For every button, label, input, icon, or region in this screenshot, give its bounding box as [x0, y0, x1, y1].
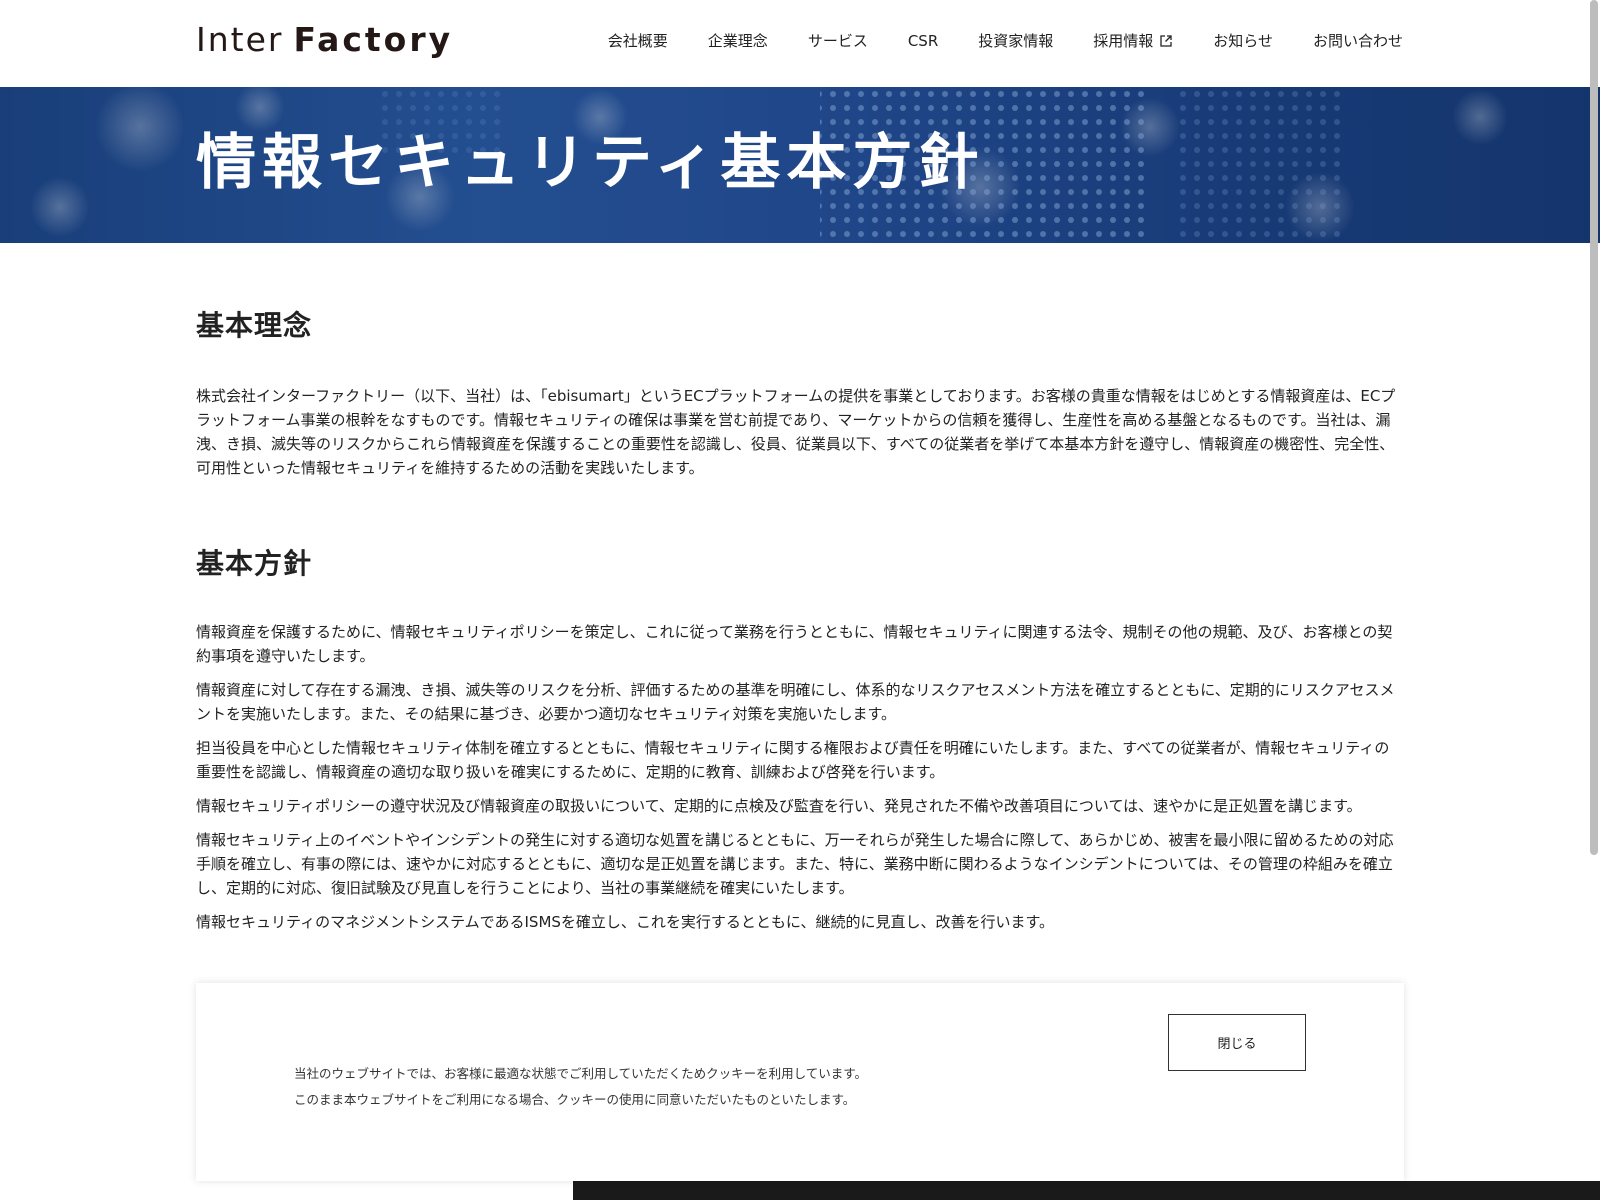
nav-label: 企業理念	[707, 32, 768, 50]
page-title: 情報セキュリティ基本方針	[196, 128, 985, 198]
cookie-message-line: このまま本ウェブサイトをご利用になる場合、クッキーの使用に同意いただいたものとい…	[294, 1092, 856, 1107]
policy-list: 情報資産を保護するために、情報セキュリティポリシーを策定し、これに従って業務を行…	[196, 620, 1396, 934]
cookie-message-line: 当社のウェブサイトでは、お客様に最適な状態でご利用していただくためクッキーを利用…	[294, 1066, 868, 1081]
nav-label: お問い合わせ	[1312, 32, 1403, 50]
nav-corporate-philosophy[interactable]: 企業理念	[708, 30, 768, 51]
policy-item: 担当役員を中心とした情報セキュリティ体制を確立するとともに、情報セキュリティに関…	[196, 739, 1390, 782]
scrollbar-thumb[interactable]	[1590, 0, 1598, 855]
section-basic-philosophy: 基本理念 株式会社インターファクトリー（以下、当社）は、「ebisumart」と…	[196, 308, 1396, 480]
philosophy-paragraph: 株式会社インターファクトリー（以下、当社）は、「ebisumart」というECプ…	[196, 387, 1396, 478]
cookie-message: 当社のウェブサイトでは、お客様に最適な状態でご利用していただくためクッキーを利用…	[294, 1061, 1054, 1113]
policy-item: 情報セキュリティ上のイベントやインシデントの発生に対する適切な処置を講じるととも…	[196, 831, 1394, 898]
nav-news[interactable]: お知らせ	[1213, 30, 1273, 51]
nav-company-overview[interactable]: 会社概要	[608, 30, 668, 51]
nav-services[interactable]: サービス	[808, 30, 868, 51]
footer-dark-strip	[573, 1181, 1600, 1200]
policy-item: 情報セキュリティポリシーの遵守状況及び情報資産の取扱いについて、定期的に点検及び…	[196, 797, 1362, 816]
logo-factory-text: Factory	[293, 20, 454, 59]
nav-investor-relations[interactable]: 投資家情報	[978, 30, 1053, 51]
nav-label: CSR	[907, 31, 939, 50]
nav-label: 採用情報	[1093, 32, 1154, 50]
cookie-consent-banner: 当社のウェブサイトでは、お客様に最適な状態でご利用していただくためクッキーを利用…	[196, 983, 1404, 1181]
policy-item: 情報セキュリティのマネジメントシステムであるISMSを確立し、これを実行するとと…	[196, 913, 1054, 932]
section-heading: 基本方針	[196, 547, 313, 580]
nav-label: 投資家情報	[978, 32, 1054, 50]
page-scrollbar[interactable]	[1590, 0, 1600, 1200]
nav-label: お知らせ	[1213, 32, 1273, 50]
logo-inter-text: Inter	[196, 20, 284, 59]
nav-recruitment[interactable]: 採用情報	[1093, 30, 1173, 51]
nav-label: サービス	[807, 32, 868, 50]
section-basic-policy: 基本方針 情報資産を保護するために、情報セキュリティポリシーを策定し、これに従っ…	[196, 546, 1396, 944]
nav-label: 会社概要	[607, 32, 668, 50]
interfactory-logo[interactable]: Inter Factory	[196, 20, 453, 64]
site-header: Inter Factory 会社概要 企業理念 サービス CSR 投資家情報 採…	[0, 0, 1600, 87]
hero-banner: 情報セキュリティ基本方針	[0, 87, 1600, 243]
policy-item: 情報資産に対して存在する漏洩、き損、滅失等のリスクを分析、評価するための基準を明…	[196, 681, 1395, 724]
nav-csr[interactable]: CSR	[908, 32, 938, 50]
policy-item: 情報資産を保護するために、情報セキュリティポリシーを策定し、これに従って業務を行…	[196, 623, 1393, 666]
page: Inter Factory 会社概要 企業理念 サービス CSR 投資家情報 採…	[0, 0, 1600, 1200]
external-link-icon	[1160, 34, 1172, 47]
cookie-close-button[interactable]: 閉じる	[1168, 1014, 1306, 1071]
nav-contact[interactable]: お問い合わせ	[1313, 30, 1403, 51]
section-heading: 基本理念	[196, 309, 313, 342]
main-nav: 会社概要 企業理念 サービス CSR 投資家情報 採用情報 お知らせ お問い合わ…	[608, 30, 1403, 51]
